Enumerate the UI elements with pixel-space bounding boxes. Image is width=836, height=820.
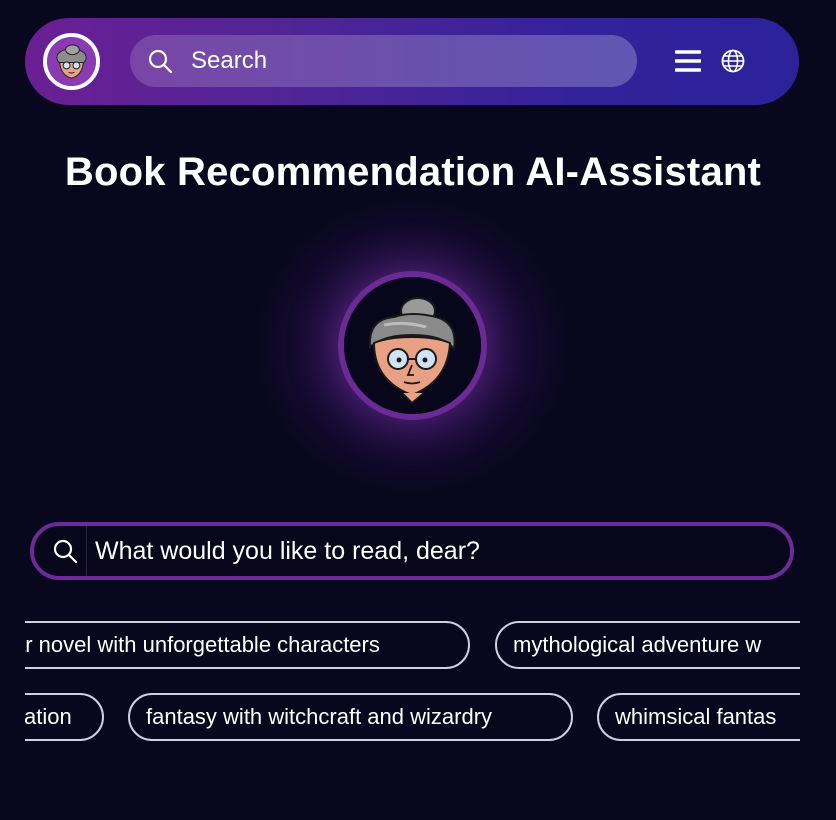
globe-icon[interactable] <box>721 49 745 73</box>
suggestion-chip[interactable]: mythological adventure w <box>495 621 800 669</box>
book-query-input[interactable] <box>93 535 757 567</box>
top-navbar <box>25 18 799 105</box>
search-icon <box>52 538 78 564</box>
book-query-bar[interactable] <box>30 522 794 580</box>
logo-avatar[interactable] <box>43 33 100 90</box>
suggestion-row-2: cation fantasy with witchcraft and wizar… <box>25 693 800 743</box>
assistant-avatar <box>338 271 487 420</box>
suggestion-row-1: ar novel with unforgettable characters m… <box>25 621 800 671</box>
suggestion-chip[interactable]: ar novel with unforgettable characters <box>25 621 470 669</box>
page-title: Book Recommendation AI-Assistant <box>64 150 762 194</box>
suggestion-chip[interactable]: whimsical fantas <box>597 693 800 741</box>
header-search-bar[interactable] <box>130 35 637 87</box>
grandma-assistant-icon <box>344 277 481 414</box>
suggestion-chip[interactable]: cation <box>25 693 104 741</box>
hamburger-menu-icon[interactable] <box>674 48 702 74</box>
header-search-input[interactable] <box>189 46 613 76</box>
suggestion-chip[interactable]: fantasy with witchcraft and wizardry <box>128 693 573 741</box>
search-icon <box>147 48 173 74</box>
query-divider <box>86 526 87 576</box>
grandma-logo-icon <box>47 37 96 86</box>
